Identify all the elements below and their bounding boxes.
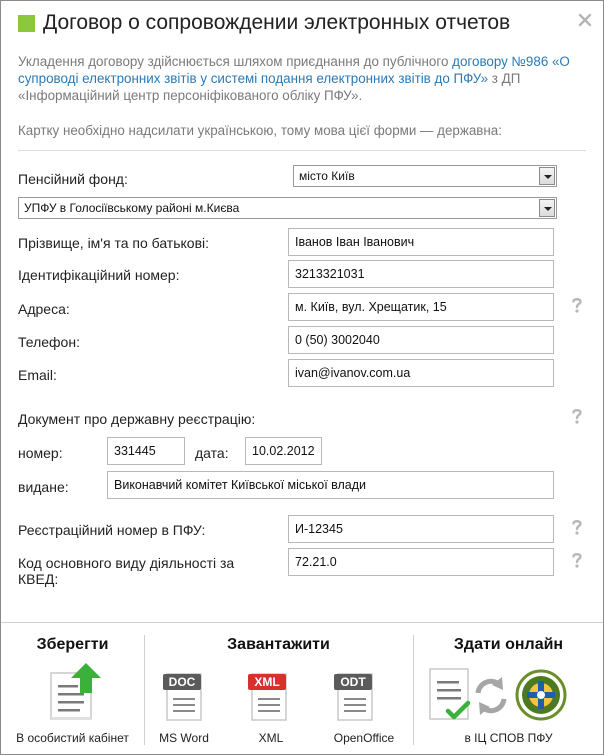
doc-number-label: номер: bbox=[18, 445, 63, 461]
submit-online-button[interactable] bbox=[426, 663, 571, 725]
help-icon[interactable] bbox=[570, 296, 584, 314]
doc-number-input[interactable] bbox=[107, 437, 185, 465]
save-document-icon bbox=[50, 663, 101, 720]
intro-text: Укладення договору здійснюється шляхом п… bbox=[18, 53, 588, 104]
save-to-cabinet-label: В особистий кабінет bbox=[16, 731, 129, 745]
full-name-input[interactable] bbox=[288, 228, 554, 256]
close-icon[interactable] bbox=[578, 13, 592, 27]
help-icon[interactable] bbox=[570, 551, 584, 569]
title-bar: Договор о сопровождении электронных отче… bbox=[1, 1, 603, 49]
help-icon[interactable] bbox=[570, 518, 584, 536]
kved-input[interactable] bbox=[288, 548, 554, 576]
issued-by-label: видане: bbox=[18, 479, 69, 495]
language-note: Картку необхідно надсилати українською, … bbox=[18, 123, 502, 138]
footer-actions: Зберегти В особистий кабінет Завантажити bbox=[1, 622, 603, 754]
title-square-icon bbox=[18, 15, 35, 32]
full-name-label: Прізвище, ім'я та по батькові: bbox=[18, 235, 210, 251]
dialog-title: Договор о сопровождении электронных отче… bbox=[43, 11, 511, 34]
submit-section-title: Здати онлайн bbox=[453, 636, 564, 653]
chevron-down-icon bbox=[539, 199, 555, 217]
phone-input[interactable] bbox=[288, 326, 554, 354]
contract-dialog: Договор о сопровождении электронных отче… bbox=[0, 0, 604, 755]
chevron-down-icon bbox=[539, 167, 555, 185]
help-icon[interactable] bbox=[570, 407, 584, 425]
separator bbox=[18, 150, 586, 151]
openoffice-label: OpenOffice bbox=[333, 731, 395, 745]
issued-by-input[interactable] bbox=[107, 471, 554, 499]
doc-date-label: дата: bbox=[195, 445, 229, 461]
registration-doc-label: Документ про державну реєстрацію: bbox=[18, 411, 256, 427]
upfu-select[interactable]: УПФУ в Голосіївському районі м.Києва bbox=[18, 197, 557, 219]
email-label: Email: bbox=[18, 367, 57, 383]
phone-label: Телефон: bbox=[18, 334, 80, 350]
pension-fund-label: Пенсійний фонд: bbox=[18, 171, 128, 187]
pfu-reg-number-input[interactable] bbox=[288, 515, 554, 543]
email-input[interactable] bbox=[288, 359, 554, 387]
doc-date-input[interactable] bbox=[245, 437, 322, 465]
address-input[interactable] bbox=[288, 293, 554, 321]
download-section-title: Завантажити bbox=[227, 636, 330, 653]
xml-badge: XML bbox=[254, 675, 280, 689]
address-label: Адреса: bbox=[18, 301, 70, 317]
xml-label: XML bbox=[258, 731, 284, 745]
upfu-value: УПФУ в Голосіївському районі м.Києва bbox=[24, 201, 240, 215]
submit-online-icon bbox=[429, 668, 567, 721]
doc-badge: DOC bbox=[168, 675, 196, 689]
pfu-reg-number-label: Реєстраційний номер в ПФУ: bbox=[18, 522, 206, 538]
save-to-cabinet-button[interactable] bbox=[43, 663, 105, 723]
pension-fund-value: місто Київ bbox=[299, 169, 355, 183]
intro-before-link: Укладення договору здійснюється шляхом п… bbox=[18, 54, 453, 69]
submit-online-label: в ІЦ СПОВ ПФУ bbox=[464, 731, 553, 745]
id-number-input[interactable] bbox=[288, 260, 554, 288]
id-number-label: Ідентифікаційний номер: bbox=[18, 267, 180, 283]
pension-fund-select[interactable]: місто Київ bbox=[293, 165, 557, 187]
ms-word-label: MS Word bbox=[159, 731, 209, 745]
odt-badge: ODT bbox=[340, 675, 366, 689]
kved-label: Код основного виду діяльності за КВЕД: bbox=[18, 555, 235, 587]
save-section-title: Зберегти bbox=[36, 636, 109, 653]
